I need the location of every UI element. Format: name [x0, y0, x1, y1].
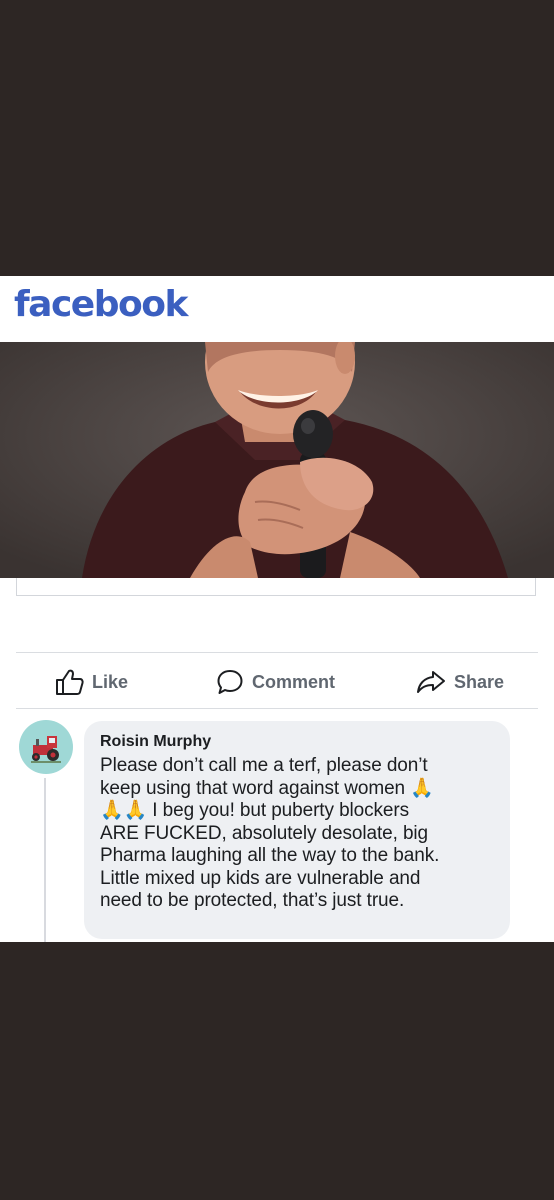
actions-divider-top: [16, 652, 538, 653]
red-tractor-avatar-icon: [31, 736, 61, 763]
like-button[interactable]: Like: [54, 666, 128, 698]
comment-author[interactable]: Roisin Murphy: [100, 733, 494, 751]
like-label: Like: [92, 671, 129, 692]
comment-text: Please don’t call me a terf, please don’…: [100, 755, 440, 911]
comment-label: Comment: [252, 671, 336, 692]
dark-background-top: [0, 0, 554, 276]
commenter-avatar[interactable]: [19, 720, 73, 774]
link-preview-frame: [16, 578, 536, 596]
post-photo[interactable]: [0, 342, 554, 578]
share-label: Share: [454, 671, 505, 692]
thumbs-up-icon: [56, 669, 84, 695]
post-actions-bar: Like Comment Share: [0, 666, 554, 698]
share-arrow-icon: [417, 671, 445, 693]
facebook-logo: facebook: [14, 284, 188, 325]
dark-background-bottom: [0, 942, 554, 1200]
comment-bubble: Roisin Murphy Please don’t call me a ter…: [84, 721, 510, 939]
comment-button[interactable]: Comment: [216, 666, 335, 698]
comment-bubble-icon: [217, 670, 243, 694]
comment-thread-line: [44, 778, 46, 942]
share-button[interactable]: Share: [416, 666, 504, 698]
actions-divider-bottom: [16, 708, 538, 709]
facebook-post-card: facebook Like Comment Share Roisin Murph…: [0, 276, 554, 942]
